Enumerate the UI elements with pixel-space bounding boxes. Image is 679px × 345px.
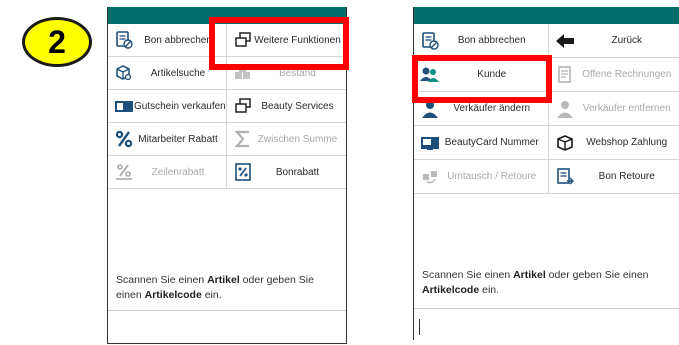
gutschein-verkaufen-button[interactable]: Gutschein verkaufen [108, 90, 227, 123]
zurueck-button[interactable]: Zurück [548, 24, 679, 58]
button-label: Bonrabatt [275, 166, 320, 178]
button-label: Zwischen Summe [257, 133, 338, 145]
offene-rechnungen-button[interactable]: Offene Rechnungen [548, 58, 679, 92]
button-label: Verkäufer entfernen [582, 103, 671, 114]
function-button-grid: Bon abbrechen Zurück Kunde Offene Rechnu… [414, 24, 679, 194]
bon-retoure-button[interactable]: Bon Retoure [548, 160, 679, 194]
text-caret [419, 319, 420, 335]
article-code-input[interactable] [414, 308, 679, 339]
button-label: Mitarbeiter Rabatt [138, 133, 218, 145]
mitarbeiter-rabatt-button[interactable]: Mitarbeiter Rabatt [108, 123, 227, 156]
bon-abbrechen-button[interactable]: Bon abbrechen [414, 24, 549, 58]
umtausch-retoure-button[interactable]: Umtausch / Retoure [414, 160, 549, 194]
open-invoices-icon [555, 65, 575, 85]
percent-underline-icon [114, 162, 134, 182]
button-label: Offene Rechnungen [582, 69, 672, 80]
beauty-services-button[interactable]: Beauty Services [227, 90, 346, 123]
highlight-kunde [412, 55, 552, 103]
windows-stack-icon [233, 96, 253, 116]
button-label: Verkäufer ändern [453, 103, 531, 114]
receipt-cancel-icon [114, 30, 134, 50]
verkaeufer-entfernen-button[interactable]: Verkäufer entfernen [548, 92, 679, 126]
button-label: Beauty Services [261, 100, 334, 112]
voucher-card-icon [114, 96, 134, 116]
button-label: Umtausch / Retoure [447, 171, 537, 182]
panel-top-bar [414, 7, 679, 24]
receipt-cancel-icon [420, 31, 440, 51]
zwischen-summe-button[interactable]: Zwischen Summe [227, 123, 346, 156]
webshop-box-icon [555, 133, 575, 153]
sigma-icon [233, 129, 253, 149]
seller-remove-icon [555, 99, 575, 119]
receipt-return-icon [555, 167, 575, 187]
button-label: Zeilenrabatt [151, 166, 205, 178]
arrow-left-icon [555, 31, 575, 51]
button-label: BeautyCard Nummer [444, 137, 539, 148]
bonrabatt-button[interactable]: Bonrabatt [227, 156, 346, 189]
button-label: Webshop Zahlung [586, 137, 668, 148]
percent-icon [114, 129, 134, 149]
percent-document-icon [233, 162, 253, 182]
exchange-icon [420, 167, 440, 187]
webshop-zahlung-button[interactable]: Webshop Zahlung [548, 126, 679, 160]
article-code-input[interactable] [108, 310, 346, 341]
button-label: Zurück [611, 35, 643, 46]
zeilenrabatt-button[interactable]: Zeilenrabatt [108, 156, 227, 189]
beautycard-nummer-button[interactable]: BeautyCard Nummer [414, 126, 549, 160]
highlight-weitere-funktionen [209, 17, 349, 70]
scan-instruction-text: Scannen Sie einen Artikel oder geben Sie… [116, 274, 314, 301]
button-label: Bon abbrechen [457, 35, 526, 46]
scan-instruction-text: Scannen Sie einen Artikel oder geben Sie… [422, 269, 649, 296]
button-label: Bon Retoure [598, 171, 655, 182]
step-number-badge: 2 [22, 17, 92, 67]
beauty-card-icon [420, 133, 440, 153]
button-label: Gutschein verkaufen [134, 100, 226, 112]
box-search-icon [114, 63, 134, 83]
